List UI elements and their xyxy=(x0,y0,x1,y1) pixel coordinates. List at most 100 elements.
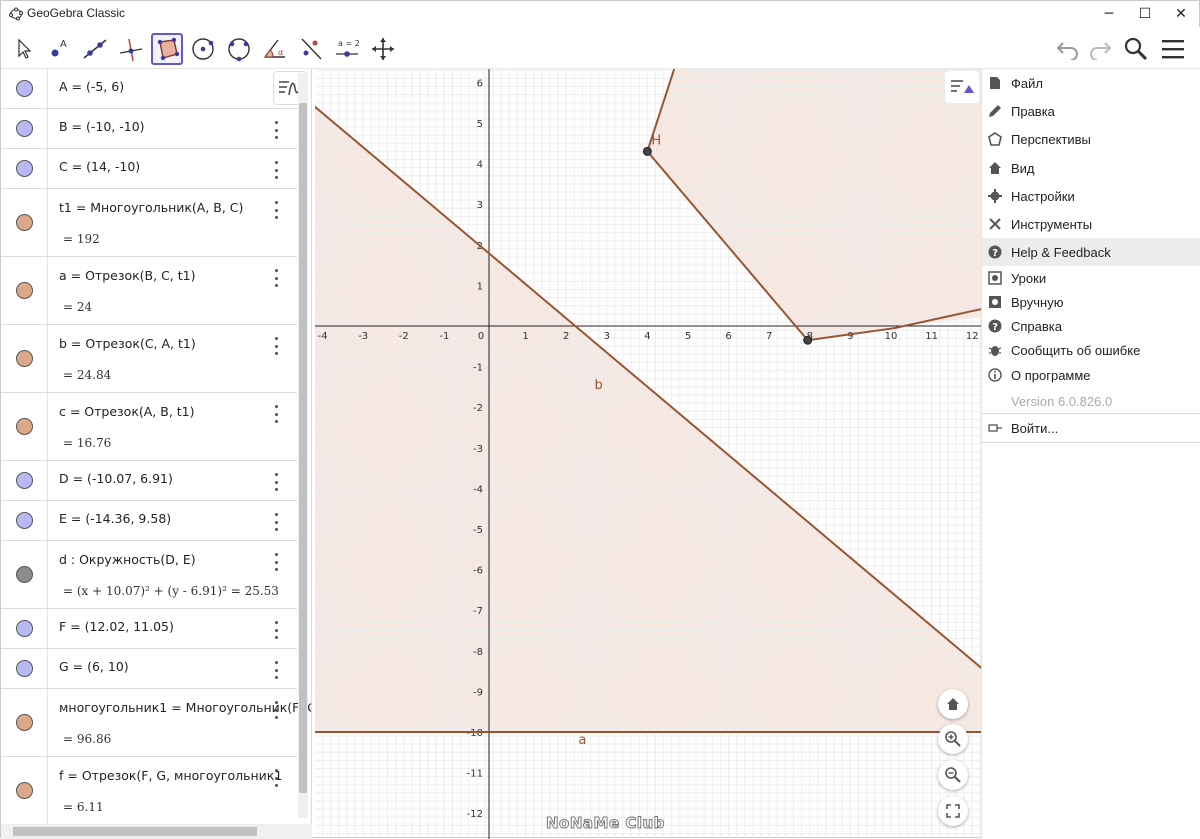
fullscreen-button[interactable] xyxy=(938,796,968,826)
more-options-icon[interactable] xyxy=(269,201,283,219)
menu-item-2[interactable]: Перспективы xyxy=(982,125,1200,153)
more-options-icon[interactable] xyxy=(269,701,283,719)
graphics-style-bar-toggle[interactable] xyxy=(945,71,979,103)
circle-center-point-tool-icon[interactable] xyxy=(187,33,219,65)
maximize-button[interactable]: ☐ xyxy=(1125,1,1165,27)
undo-icon[interactable] xyxy=(1053,34,1083,64)
perpendicular-line-tool-icon[interactable] xyxy=(115,33,147,65)
move-tool-icon[interactable] xyxy=(7,33,39,65)
signin-item[interactable]: Войти... xyxy=(982,414,1200,442)
visibility-toggle[interactable] xyxy=(1,69,48,108)
menu-item-3[interactable]: Вид xyxy=(982,154,1200,182)
minimize-button[interactable]: ─ xyxy=(1089,1,1129,27)
visibility-toggle[interactable] xyxy=(1,149,48,188)
more-options-icon[interactable] xyxy=(269,405,283,423)
algebra-row[interactable]: f = Отрезок(F, G, многоугольник1 = 6.11 xyxy=(1,757,297,825)
line-tool-icon[interactable] xyxy=(79,33,111,65)
algebra-row[interactable]: t1 = Многоугольник(A, B, C) = 192 xyxy=(1,189,297,257)
algebra-definition[interactable]: c = Отрезок(A, B, t1) xyxy=(59,404,195,419)
algebra-definition[interactable]: F = (12.02, 11.05) xyxy=(59,619,174,634)
more-options-icon[interactable] xyxy=(269,161,283,179)
algebra-row[interactable]: E = (-14.36, 9.58) xyxy=(1,501,297,541)
algebra-row[interactable]: c = Отрезок(A, B, t1) = 16.76 xyxy=(1,393,297,461)
y-tick-label: 4 xyxy=(477,160,483,171)
more-options-icon[interactable] xyxy=(269,513,283,531)
algebra-definition[interactable]: B = (-10, -10) xyxy=(59,119,145,134)
menu-item-5[interactable]: Инструменты xyxy=(982,210,1200,238)
algebra-definition[interactable]: C = (14, -10) xyxy=(59,159,140,174)
help-submenu-item-1[interactable]: Вручную xyxy=(982,290,1200,314)
more-options-icon[interactable] xyxy=(269,337,283,355)
help-submenu-label: Уроки xyxy=(1011,270,1047,286)
algebra-definition[interactable]: f = Отрезок(F, G, многоугольник1 xyxy=(59,768,282,783)
y-tick-label: -10 xyxy=(467,728,483,739)
geogebra-logo-icon xyxy=(9,7,23,21)
algebra-definition[interactable]: a = Отрезок(B, C, t1) xyxy=(59,268,195,283)
algebra-definition[interactable]: A = (-5, 6) xyxy=(59,79,124,94)
algebra-row[interactable]: F = (12.02, 11.05) xyxy=(1,609,297,649)
algebra-definition[interactable]: d : Окружность(D, E) xyxy=(59,552,196,567)
algebra-value: = 24 xyxy=(63,300,93,314)
visibility-toggle[interactable] xyxy=(1,189,48,256)
reflect-tool-icon[interactable] xyxy=(295,33,327,65)
algebra-horizontal-scrollbar[interactable] xyxy=(1,824,312,839)
menu-icon[interactable] xyxy=(1158,34,1188,64)
algebra-row[interactable]: многоугольник1 = Многоугольник(F, G = 96.… xyxy=(1,689,311,757)
menu-item-4[interactable]: Настройки xyxy=(982,182,1200,210)
x-tick-label: 6 xyxy=(725,331,731,342)
marble-icon xyxy=(16,160,33,177)
algebra-vertical-scrollbar[interactable] xyxy=(298,73,308,818)
zoom-in-button[interactable] xyxy=(938,724,968,754)
visibility-toggle[interactable] xyxy=(1,609,48,648)
menu-item-0[interactable]: Файл xyxy=(982,69,1200,97)
polygon-tool-icon[interactable] xyxy=(151,33,183,65)
algebra-row[interactable]: a = Отрезок(B, C, t1) = 24 xyxy=(1,257,297,325)
search-icon[interactable] xyxy=(1121,34,1151,64)
visibility-toggle[interactable] xyxy=(1,461,48,500)
algebra-row[interactable]: B = (-10, -10) xyxy=(1,109,297,149)
visibility-toggle[interactable] xyxy=(1,257,48,324)
algebra-row[interactable]: D = (-10.07, 6.91) xyxy=(1,461,297,501)
more-options-icon[interactable] xyxy=(269,621,283,639)
visibility-toggle[interactable] xyxy=(1,649,48,688)
menu-item-1[interactable]: Правка xyxy=(982,97,1200,125)
redo-icon[interactable] xyxy=(1085,34,1115,64)
algebra-row[interactable]: b = Отрезок(C, A, t1) = 24.84 xyxy=(1,325,297,393)
graphics-view[interactable]: -4-3-2-10123456789101112654321-1-2-3-4-5… xyxy=(315,69,981,839)
angle-tool-icon[interactable]: α xyxy=(259,33,291,65)
visibility-toggle[interactable] xyxy=(1,501,48,540)
more-options-icon[interactable] xyxy=(269,661,283,679)
help-submenu-item-2[interactable]: ? Справка xyxy=(982,314,1200,338)
more-options-icon[interactable] xyxy=(269,553,283,571)
algebra-definition[interactable]: t1 = Многоугольник(A, B, C) xyxy=(59,200,243,215)
point-tool-icon[interactable]: A xyxy=(43,33,75,65)
visibility-toggle[interactable] xyxy=(1,109,48,148)
algebra-row[interactable]: A = (-5, 6) xyxy=(1,69,297,109)
more-options-icon[interactable] xyxy=(269,769,283,787)
circle-three-points-tool-icon[interactable] xyxy=(223,33,255,65)
algebra-row[interactable]: G = (6, 10) xyxy=(1,649,297,689)
visibility-toggle[interactable] xyxy=(1,325,48,392)
help-submenu-item-3[interactable]: Сообщить об ошибке xyxy=(982,338,1200,362)
more-options-icon[interactable] xyxy=(269,269,283,287)
more-options-icon[interactable] xyxy=(269,121,283,139)
visibility-toggle[interactable] xyxy=(1,757,48,824)
more-options-icon[interactable] xyxy=(269,473,283,491)
algebra-definition[interactable]: b = Отрезок(C, A, t1) xyxy=(59,336,196,351)
algebra-definition[interactable]: D = (-10.07, 6.91) xyxy=(59,471,173,486)
algebra-definition[interactable]: E = (-14.36, 9.58) xyxy=(59,511,171,526)
menu-item-6[interactable]: ? Help & Feedback xyxy=(982,238,1200,266)
visibility-toggle[interactable] xyxy=(1,393,48,460)
move-graphics-view-tool-icon[interactable] xyxy=(367,33,399,65)
algebra-row[interactable]: d : Окружность(D, E) = (x + 10.07)² + (y … xyxy=(1,541,297,609)
visibility-toggle[interactable] xyxy=(1,689,48,756)
close-button[interactable]: ✕ xyxy=(1161,1,1200,27)
slider-tool-icon[interactable]: a = 2 xyxy=(331,33,363,65)
help-submenu-item-0[interactable]: Уроки xyxy=(982,266,1200,290)
algebra-row[interactable]: C = (14, -10) xyxy=(1,149,297,189)
visibility-toggle[interactable] xyxy=(1,541,48,608)
zoom-out-button[interactable] xyxy=(938,760,968,790)
help-submenu-item-4[interactable]: О программе xyxy=(982,363,1200,387)
standard-view-button[interactable] xyxy=(938,689,968,719)
algebra-definition[interactable]: G = (6, 10) xyxy=(59,659,129,674)
